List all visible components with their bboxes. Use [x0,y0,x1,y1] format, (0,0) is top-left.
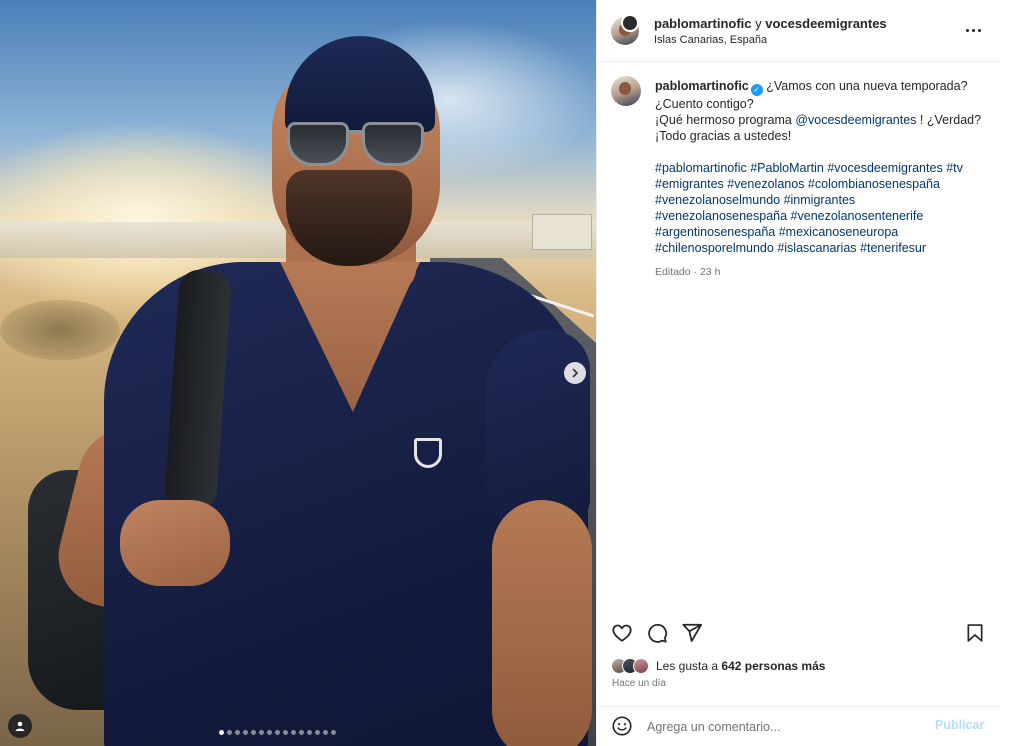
carousel-dot [267,730,272,735]
carousel-dot [299,730,304,735]
hashtag-link[interactable]: #inmigrantes [784,193,856,207]
carousel-dot [243,730,248,735]
hashtag-link[interactable]: #tenerifesur [860,241,926,255]
photo-hand [120,500,230,586]
publish-button[interactable]: Publicar [935,718,984,732]
liker-avatar[interactable] [633,658,649,674]
post-location[interactable]: Islas Canarias, España [654,34,767,46]
bookmark-icon [967,624,983,642]
hashtag-link[interactable]: #PabloMartin [750,161,824,175]
carousel-dot-active [219,730,224,735]
emoji-icon [612,716,632,736]
photo-right-sleeve [486,330,590,520]
post-header: pablomartinofic y vocesdeemigrantes Isla… [597,0,999,62]
authors-conjunction: y [755,16,762,31]
photo-road-sign [532,214,592,250]
comment-button[interactable] [644,620,670,646]
hashtag-link[interactable]: #emigrantes [655,177,724,191]
carousel-indicators [219,730,336,735]
carousel-dot [291,730,296,735]
hashtag-link[interactable]: #chilenosporelmundo [655,241,774,255]
emoji-button[interactable] [611,715,635,739]
chevron-right-icon [572,368,579,378]
post-caption: pablomartinofic ✓ ¿Vamos con una nueva te… [597,62,999,602]
author-username[interactable]: pablomartinofic [654,16,752,31]
post-actions [597,616,999,650]
edited-label: Editado [655,266,691,278]
comment-icon [648,624,668,643]
person-icon [15,721,25,731]
hashtag-link[interactable]: #venezolanosentenerife [791,209,924,223]
hashtag-link[interactable]: #pablomartinofic [655,161,747,175]
caption-meta: Editado · 23 h [655,264,985,280]
hashtag-link[interactable]: #venezolanos [727,177,804,191]
hashtag-link[interactable]: #venezolanoselmundo [655,193,780,207]
collaborator-username[interactable]: vocesdeemigrantes [765,16,886,31]
carousel-dot [331,730,336,735]
like-button[interactable] [609,620,635,646]
caption-author-avatar[interactable] [611,76,641,106]
hashtag-link[interactable]: #mexicanoseneuropa [779,225,899,239]
meta-separator: · [693,266,698,278]
hashtag-link[interactable]: #venezolanosenespaña [655,209,787,223]
heart-icon [612,624,632,642]
save-button[interactable] [962,620,988,646]
photo-sunglasses-left [287,122,349,166]
send-icon [682,623,703,642]
carousel-dot [283,730,288,735]
more-horizontal-icon [965,28,981,32]
caption-line-2-start: ¡Qué hermoso programa [655,113,796,127]
carousel-dot [323,730,328,735]
carousel-dot [227,730,232,735]
caption-username[interactable]: pablomartinofic [655,79,749,93]
caption-mention[interactable]: @vocesdeemigrantes [795,113,916,127]
carousel-dot [315,730,320,735]
likes-text: Les gusta a 642 personas más [656,659,825,673]
caption-text: pablomartinofic ✓ ¿Vamos con una nueva te… [655,78,985,280]
post-authors: pablomartinofic y vocesdeemigrantes [654,16,887,31]
carousel-dot [259,730,264,735]
carousel-dot [307,730,312,735]
hashtag-link[interactable]: #islascanarias [777,241,856,255]
tagged-people-button[interactable] [8,714,32,738]
comment-bar: Publicar [597,706,999,746]
verified-badge-icon: ✓ [750,84,763,96]
share-button[interactable] [679,620,705,646]
hashtag-link[interactable]: #argentinosenespaña [655,225,775,239]
carousel-dot [275,730,280,735]
likes-prefix: Les gusta a [656,659,722,673]
hashtag-link[interactable]: #vocesdeemigrantes [827,161,942,175]
likes-count[interactable]: 642 personas más [721,659,825,673]
more-options-button[interactable] [963,20,983,40]
caption-hashtags: #pablomartinofic #PabloMartin #vocesdeem… [655,160,985,256]
next-slide-button[interactable] [564,362,586,384]
carousel-dot [251,730,256,735]
post-timestamp[interactable]: Hace un día [612,678,666,689]
hashtag-link[interactable]: #colombianosenespaña [808,177,940,191]
photo-shrub [0,300,120,360]
photo-sunglasses-bridge [347,130,365,134]
comment-input[interactable] [647,715,927,739]
hashtag-link[interactable]: #tv [946,161,963,175]
post-media[interactable] [0,0,596,746]
likes-summary: Les gusta a 642 personas más [611,657,991,675]
photo-shirt-logo [414,438,442,468]
caption-time[interactable]: 23 h [700,266,720,278]
collaborator-avatar[interactable] [621,14,639,32]
post-details-panel: pablomartinofic y vocesdeemigrantes Isla… [596,0,999,746]
photo-right-arm [492,500,592,746]
photo-sunglasses-right [362,122,424,166]
carousel-dot [235,730,240,735]
